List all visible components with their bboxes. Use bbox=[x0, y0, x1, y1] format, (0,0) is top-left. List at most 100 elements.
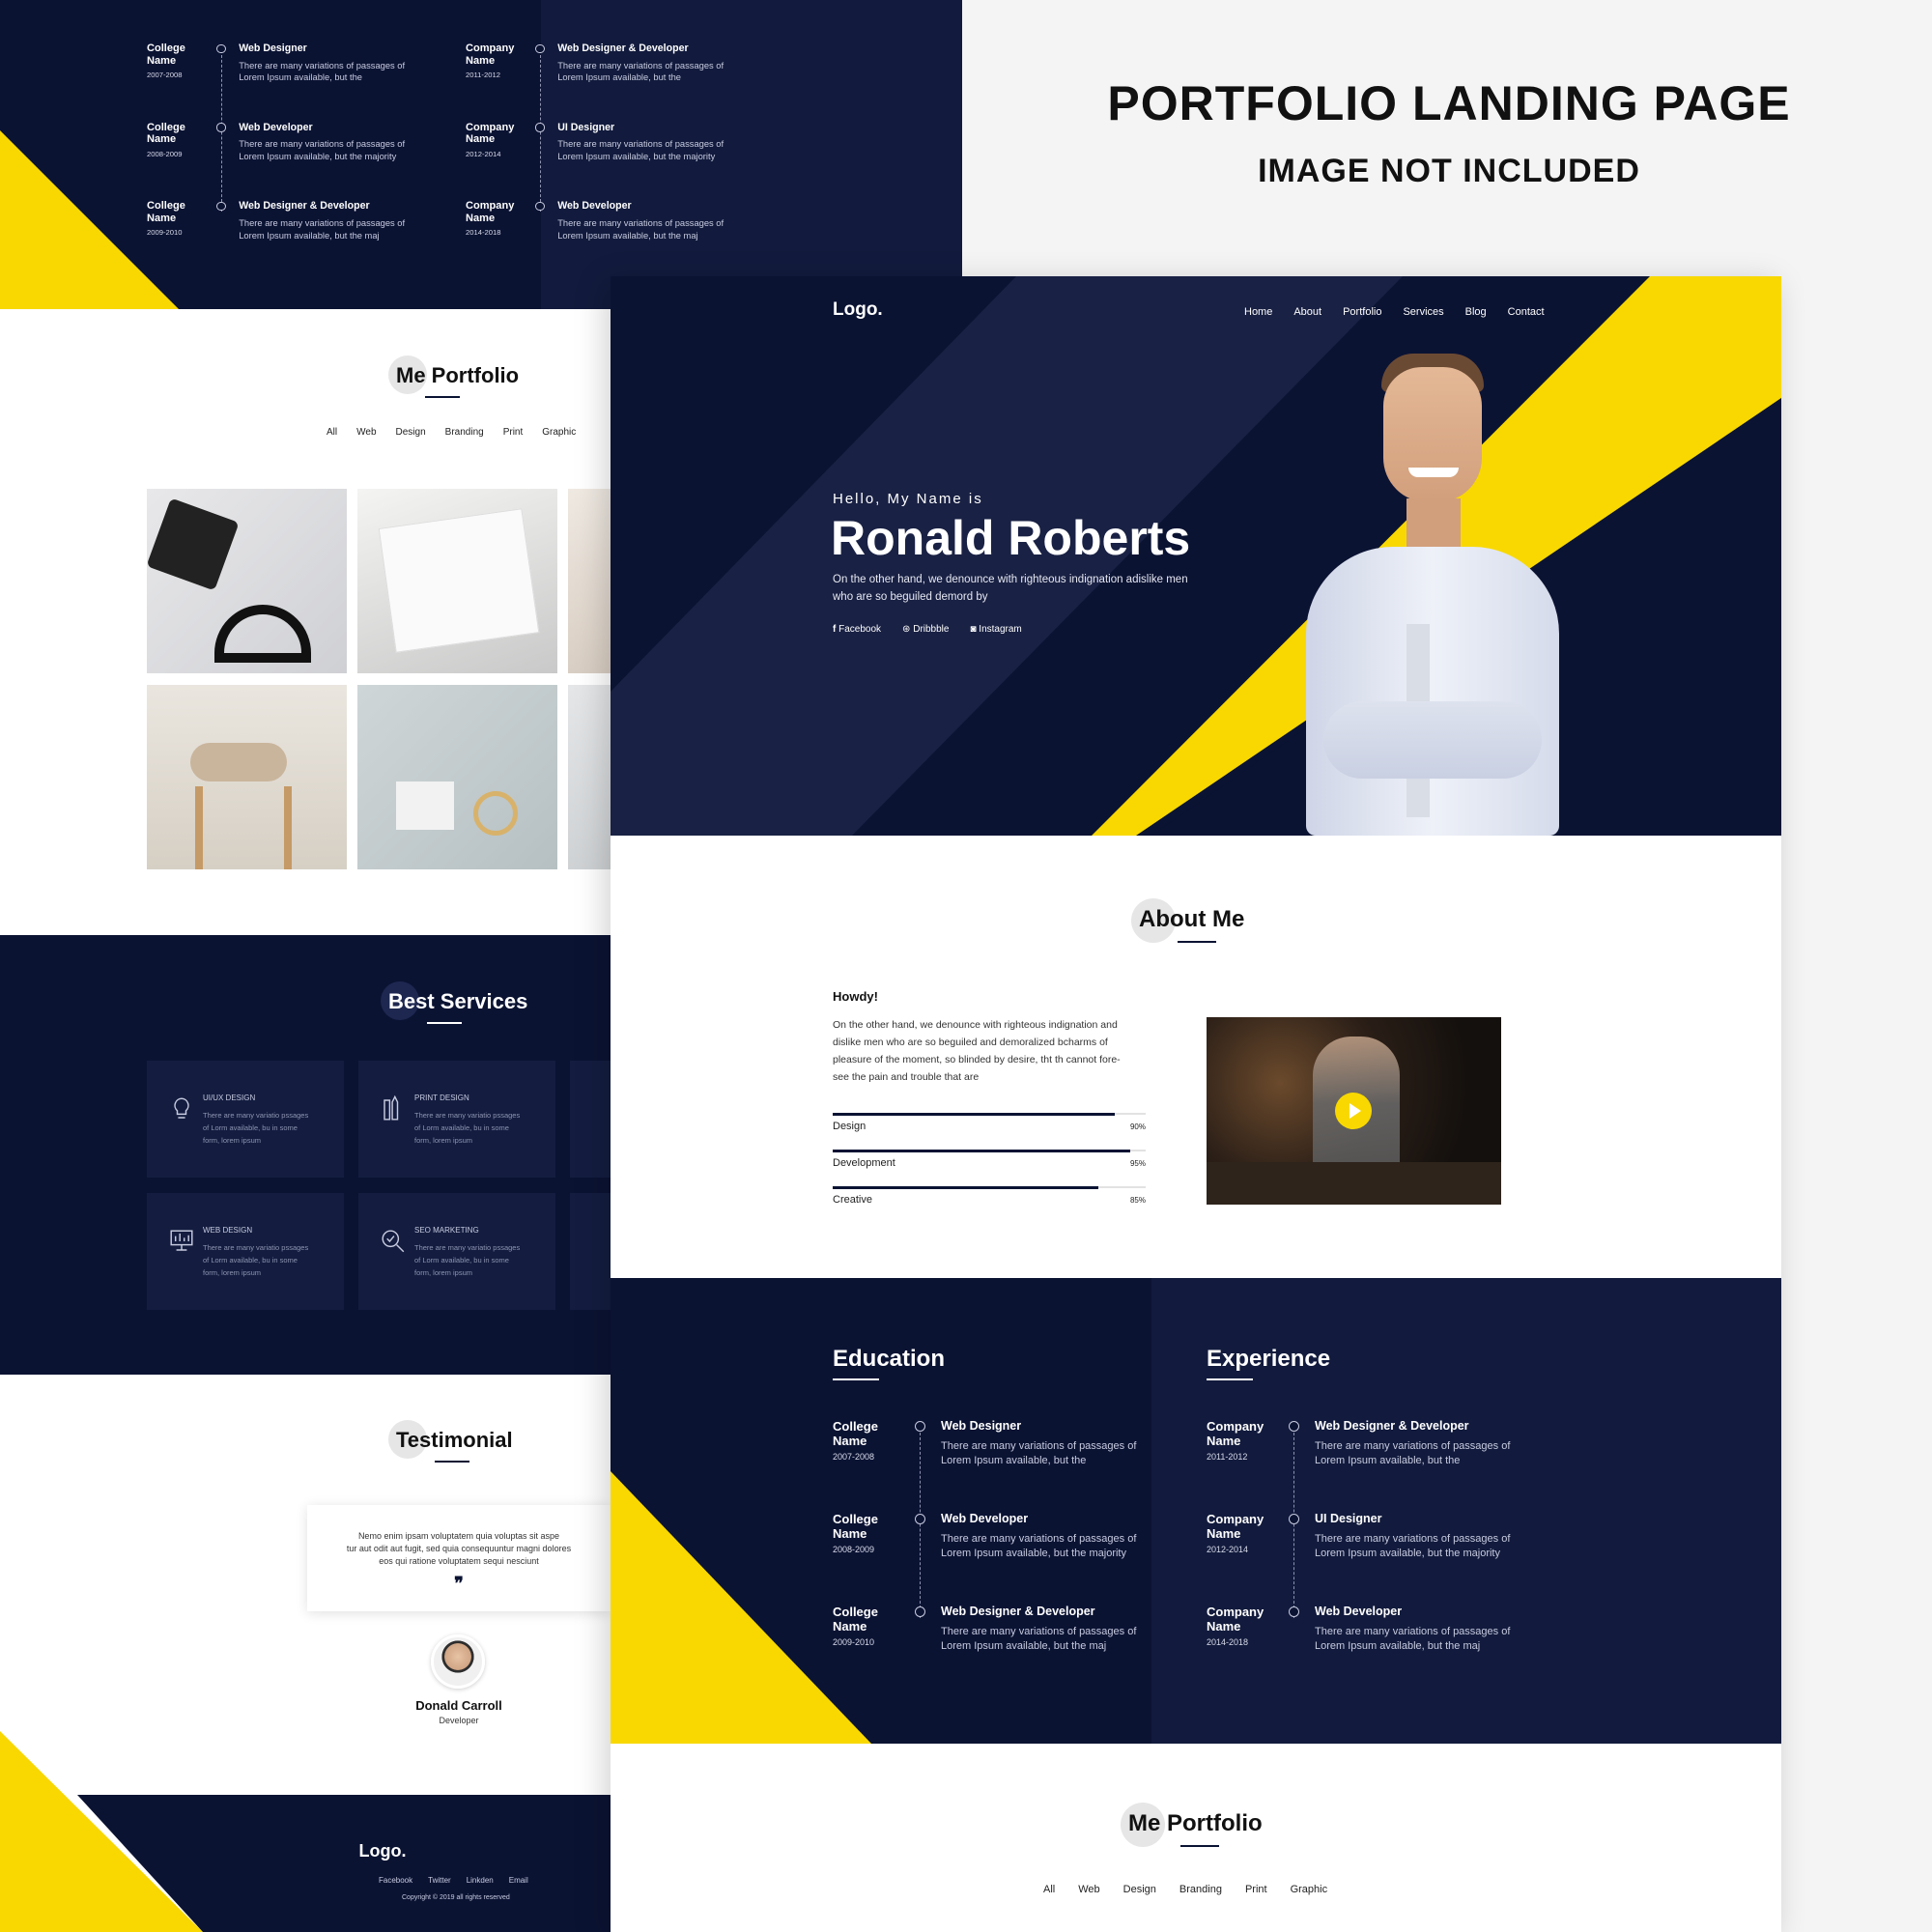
timeline-desc-2: Lorem Ipsum available, but the maj bbox=[941, 1640, 1107, 1652]
about-howdy: Howdy! bbox=[833, 989, 878, 1004]
timeline-role: Web Designer & Developer bbox=[239, 200, 370, 213]
nav-services[interactable]: Services bbox=[1403, 306, 1443, 318]
hero-portrait bbox=[1271, 354, 1600, 836]
filter-design[interactable]: Design bbox=[1123, 1884, 1156, 1895]
back-testimonial-title: Testimonial bbox=[388, 1420, 513, 1463]
service-desc-2: of Lorm available, bu in some bbox=[414, 1123, 509, 1132]
play-button[interactable] bbox=[1335, 1093, 1372, 1129]
logo[interactable]: Logo. bbox=[833, 299, 883, 321]
service-desc-3: form, lorem ipsum bbox=[203, 1136, 262, 1145]
timeline-dot bbox=[1289, 1606, 1299, 1617]
portfolio-photo-magazine[interactable] bbox=[357, 489, 557, 673]
hero-desc-line2: who are so beguiled demord by bbox=[833, 591, 988, 603]
filter-all[interactable]: All bbox=[1043, 1884, 1055, 1895]
portfolio-photo-decor[interactable] bbox=[568, 489, 611, 673]
timeline-desc: There are many variations of passages of bbox=[557, 217, 724, 228]
timeline-role: Web Designer bbox=[941, 1419, 1022, 1433]
service-card[interactable]: SEO MARKETING There are many variatio pss… bbox=[358, 1193, 555, 1310]
service-card[interactable]: WEB DESIGN There are many variatio pssage… bbox=[147, 1193, 344, 1310]
footer-link-twitter[interactable]: Twitter bbox=[428, 1876, 451, 1885]
footer-links: Facebook Twitter Linkden Email bbox=[379, 1876, 528, 1885]
main-nav: Home About Portfolio Services Blog Contact bbox=[1244, 306, 1545, 318]
monitor-chart-icon bbox=[170, 1230, 193, 1251]
service-desc-3: form, lorem ipsum bbox=[203, 1268, 262, 1277]
timeline-org-2: Name bbox=[1207, 1619, 1241, 1634]
portfolio-photo-phone[interactable] bbox=[147, 489, 347, 673]
footer-link-linkden[interactable]: Linkden bbox=[467, 1876, 494, 1885]
social-dribbble[interactable]: ⊛ Dribbble bbox=[902, 624, 949, 635]
timeline-org-2: Name bbox=[1207, 1434, 1241, 1448]
filter-web[interactable]: Web bbox=[1078, 1884, 1099, 1895]
hero: Logo. Home About Portfolio Services Blog Cont… bbox=[611, 276, 1781, 836]
timeline-years: 2009-2010 bbox=[147, 228, 183, 238]
filter-print[interactable]: Print bbox=[1245, 1884, 1267, 1895]
timeline-desc-2: Lorem Ipsum available, but the majority bbox=[1315, 1548, 1500, 1559]
portfolio-photo-stool[interactable] bbox=[147, 685, 347, 869]
filter-branding[interactable]: Branding bbox=[445, 427, 484, 438]
timeline-desc: There are many variations of passages of bbox=[1315, 1626, 1511, 1637]
filter-design[interactable]: Design bbox=[396, 427, 426, 438]
footer-link-facebook[interactable]: Facebook bbox=[379, 1876, 412, 1885]
nav-contact[interactable]: Contact bbox=[1508, 306, 1545, 318]
nav-blog[interactable]: Blog bbox=[1465, 306, 1487, 318]
timeline-org: Company bbox=[1207, 1512, 1264, 1526]
nav-portfolio[interactable]: Portfolio bbox=[1343, 306, 1381, 318]
timeline-role: Web Developer bbox=[941, 1512, 1029, 1525]
social-instagram[interactable]: ◙ Instagram bbox=[970, 624, 1021, 635]
service-name: SEO MARKETING bbox=[414, 1226, 479, 1235]
timeline-role: UI Designer bbox=[557, 121, 615, 133]
testimonial-quote-line3: eos qui ratione voluptatem sequi nesciun… bbox=[379, 1556, 539, 1566]
timeline-years: 2008-2009 bbox=[147, 149, 183, 158]
hero-name: Ronald Roberts bbox=[831, 511, 1191, 565]
timeline-org: College bbox=[147, 43, 185, 54]
timeline-role: Web Developer bbox=[1315, 1605, 1403, 1618]
service-desc: There are many variatio pssages bbox=[203, 1111, 309, 1120]
about-video[interactable] bbox=[1207, 1017, 1501, 1205]
timeline-years: 2012-2014 bbox=[1207, 1545, 1249, 1554]
service-card[interactable]: UI/UX DESIGN There are many variatio pssa… bbox=[147, 1061, 344, 1178]
facebook-icon: f bbox=[833, 624, 837, 635]
filter-branding[interactable]: Branding bbox=[1179, 1884, 1222, 1895]
filter-graphic[interactable]: Graphic bbox=[1291, 1884, 1328, 1895]
timeline-desc-2: Lorem Ipsum available, but the maj bbox=[1315, 1640, 1481, 1652]
skill-bar bbox=[833, 1150, 1130, 1152]
timeline-org: Company bbox=[1207, 1605, 1264, 1619]
social-facebook[interactable]: f Facebook bbox=[833, 624, 881, 635]
timeline-desc-2: Lorem Ipsum available, but the bbox=[557, 72, 681, 83]
timeline-years: 2012-2014 bbox=[466, 149, 501, 158]
filter-print[interactable]: Print bbox=[503, 427, 524, 438]
timeline-org: College bbox=[147, 121, 185, 133]
skill-bar bbox=[833, 1113, 1115, 1116]
timeline-desc: There are many variations of passages of bbox=[941, 1533, 1137, 1545]
timeline-role: Web Developer bbox=[557, 200, 632, 213]
timeline-desc-2: Lorem Ipsum available, but the majority bbox=[941, 1548, 1126, 1559]
nav-about[interactable]: About bbox=[1293, 306, 1321, 318]
filter-graphic[interactable]: Graphic bbox=[542, 427, 576, 438]
timeline-role: UI Designer bbox=[1315, 1512, 1382, 1525]
hero-greeting: Hello, My Name is bbox=[833, 491, 983, 507]
timeline-desc-2: Lorem Ipsum available, but the maj bbox=[239, 230, 380, 241]
skill-label: Development bbox=[833, 1157, 895, 1169]
service-card[interactable]: PRINT DESIGN There are many variatio pssa… bbox=[358, 1061, 555, 1178]
timeline-dot bbox=[1289, 1514, 1299, 1524]
back-portfolio-filters: All Web Design Branding Print Graphic bbox=[327, 427, 576, 438]
timeline-desc-2: Lorem Ipsum available, but the bbox=[239, 72, 362, 83]
timeline-role: Web Designer & Developer bbox=[557, 43, 689, 54]
skill-bar bbox=[833, 1186, 1099, 1189]
timeline-org-2: Name bbox=[466, 212, 496, 224]
portfolio-photo-symbol[interactable] bbox=[568, 685, 611, 869]
timeline-role: Web Designer & Developer bbox=[1315, 1419, 1469, 1433]
footer-link-email[interactable]: Email bbox=[509, 1876, 528, 1885]
bulb-icon bbox=[174, 1097, 189, 1119]
filter-web[interactable]: Web bbox=[356, 427, 376, 438]
experience-title: Experience bbox=[1207, 1346, 1331, 1372]
filter-all[interactable]: All bbox=[327, 427, 337, 438]
timeline-org: College bbox=[833, 1419, 878, 1434]
front-page: Logo. Home About Portfolio Services Blog Cont… bbox=[611, 276, 1781, 1932]
portfolio-photo-watch[interactable] bbox=[357, 685, 557, 869]
timeline-org-2: Name bbox=[147, 133, 177, 146]
timeline-years: 2007-2008 bbox=[833, 1452, 875, 1462]
back-portfolio-grid bbox=[147, 489, 611, 870]
timeline-dot bbox=[1289, 1421, 1299, 1432]
nav-home[interactable]: Home bbox=[1244, 306, 1272, 318]
